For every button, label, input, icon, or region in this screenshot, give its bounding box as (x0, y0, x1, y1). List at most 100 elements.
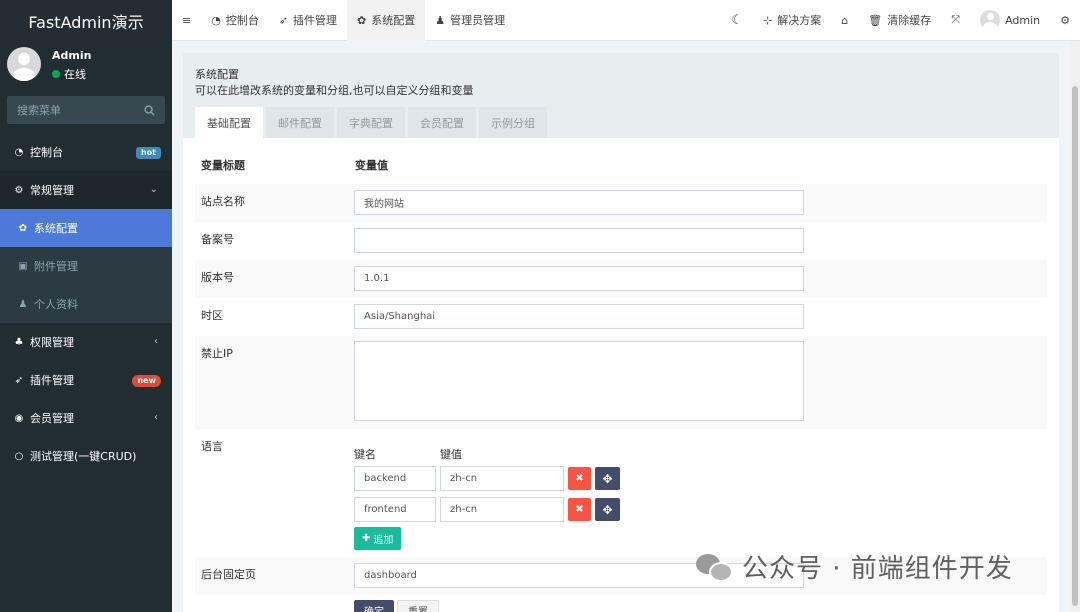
page-title: 系统配置 (195, 68, 239, 81)
table-row: 站点名称 我的网站 (195, 184, 1047, 222)
row-label: 后台固定页 (201, 568, 256, 581)
sidebar-item-profile[interactable]: ♟ 个人资料 (0, 285, 172, 323)
site-name-input[interactable]: 我的网站 (354, 190, 804, 215)
page-description: 可以在此增改系统的变量和分组,也可以自定义分组和变量 (195, 84, 474, 97)
user-circle-icon: ◉ (14, 412, 24, 424)
sidebar-item-label: 插件管理 (30, 374, 74, 387)
sidebar-item-auth[interactable]: ♣ 权限管理 ‹ (0, 323, 172, 361)
brand-logo[interactable]: FastAdmin演示 (0, 0, 172, 41)
language-key-input[interactable]: frontend (354, 497, 436, 522)
home-icon: ⌂ (841, 13, 849, 27)
row-label: 站点名称 (201, 195, 245, 208)
chevron-left-icon: ‹ (154, 336, 158, 347)
sidebar-item-member[interactable]: ◉ 会员管理 ‹ (0, 399, 172, 437)
language-key-input[interactable]: backend (354, 466, 436, 491)
sidebar-menu: ◔ 控制台 hot ⚙ 常规管理 ⌄ ✿ 系统配置 ▣ 附件管理 ♟ 个人资料 … (0, 133, 172, 475)
close-icon: ✖ (575, 473, 584, 484)
drag-handle-button[interactable]: ✥ (595, 498, 620, 521)
table-row: 版本号 1.0.1 (195, 260, 1047, 298)
user-menu[interactable]: Admin (970, 0, 1050, 41)
config-tabs: 基础配置 邮件配置 字典配置 会员配置 示例分组 (195, 107, 547, 138)
tab-user[interactable]: 会员配置 (408, 107, 476, 138)
sidebar-item-test[interactable]: ○ 测试管理(一键CRUD) (0, 437, 172, 475)
sidebar-item-general[interactable]: ⚙ 常规管理 ⌄ (0, 171, 172, 209)
sidebar-item-label: 控制台 (30, 146, 63, 159)
language-value-input[interactable]: zh-cn (440, 466, 564, 491)
search-input[interactable] (17, 103, 137, 117)
forbidden-ip-textarea[interactable] (354, 341, 804, 421)
scrollbar[interactable] (1070, 41, 1080, 612)
wechat-icon (696, 550, 734, 584)
dark-mode-button[interactable]: ☾ (721, 0, 753, 41)
user-name: Admin (52, 49, 92, 62)
home-button[interactable]: ⌂ (831, 0, 858, 41)
tab-label: 控制台 (225, 14, 259, 27)
hot-badge: hot (135, 147, 161, 159)
moon-icon: ☾ (731, 12, 744, 28)
sidebar-item-label: 会员管理 (30, 412, 74, 425)
beian-input[interactable] (354, 228, 804, 253)
watermark-text: 公众号 · 前端组件开发 (742, 554, 1013, 584)
sidebar-item-attachment[interactable]: ▣ 附件管理 (0, 247, 172, 285)
solutions-button[interactable]: ⊹ 解决方案 (753, 0, 831, 41)
tab-config[interactable]: ✿ 系统配置 (347, 0, 426, 41)
watermark: 公众号 · 前端组件开发 (696, 548, 1013, 585)
rocket-icon: ➶ (14, 374, 24, 386)
top-user-name: Admin (1005, 13, 1041, 27)
chevron-down-icon: ⌄ (149, 184, 158, 195)
chevron-left-icon: ‹ (154, 412, 158, 423)
sidebar-item-label: 系统配置 (34, 222, 78, 235)
sidebar-search (7, 96, 165, 124)
solutions-label: 解决方案 (777, 14, 822, 27)
append-button[interactable]: ✚ 追加 (354, 527, 402, 550)
scrollbar-thumb[interactable] (1072, 86, 1078, 606)
dashboard-icon: ◔ (14, 146, 24, 158)
reset-button[interactable]: 重置 (397, 600, 439, 612)
tab-dashboard[interactable]: ◔ 控制台 (201, 0, 269, 41)
sidebar-item-label: 常规管理 (30, 184, 74, 197)
sidebar-item-dashboard[interactable]: ◔ 控制台 hot (0, 133, 172, 171)
avatar (980, 10, 1001, 30)
remove-button[interactable]: ✖ (568, 467, 591, 490)
main-content: 系统配置 可以在此增改系统的变量和分组,也可以自定义分组和变量 基础配置 邮件配… (172, 41, 1080, 612)
timezone-input[interactable]: Asia/Shanghai (354, 304, 804, 329)
clear-cache-button[interactable]: 🗑 清除缓存 (858, 0, 941, 41)
remove-button[interactable]: ✖ (568, 498, 591, 521)
circle-icon: ○ (14, 450, 24, 462)
tab-example[interactable]: 示例分组 (479, 107, 547, 138)
gear-icon: ✿ (357, 13, 367, 27)
tab-label: 系统配置 (371, 14, 416, 27)
drag-handle-button[interactable]: ✥ (595, 467, 620, 490)
table-row: 禁止IP (195, 336, 1047, 429)
dashboard-icon: ◔ (211, 13, 221, 27)
submit-button[interactable]: 确定 (354, 600, 394, 612)
sidebar-item-label: 测试管理(一键CRUD) (30, 450, 137, 463)
online-dot-icon (52, 70, 60, 78)
settings-button[interactable]: ⚙ (1050, 0, 1080, 41)
sidebar-item-config[interactable]: ✿ 系统配置 (0, 209, 172, 247)
tab-basic[interactable]: 基础配置 (195, 107, 263, 138)
append-label: 追加 (373, 535, 394, 546)
tab-admin[interactable]: ♟ 管理员管理 (425, 0, 515, 41)
column-header-name: 变量标题 (201, 159, 245, 172)
cogs-icon: ⚙ (14, 184, 24, 196)
avatar (7, 47, 41, 81)
fullscreen-button[interactable]: ⤧ (941, 0, 970, 41)
tab-dictionary[interactable]: 字典配置 (337, 107, 405, 138)
table-row: 备案号 (195, 222, 1047, 260)
sidebar-item-label: 附件管理 (34, 260, 78, 273)
tab-email[interactable]: 邮件配置 (266, 107, 334, 138)
tab-addon[interactable]: ➶ 插件管理 (269, 0, 347, 41)
table-header: 变量标题 变量值 (195, 148, 1047, 184)
search-icon[interactable] (144, 104, 155, 116)
language-value-input[interactable]: zh-cn (440, 497, 564, 522)
sidebar-item-addon[interactable]: ➶ 插件管理 new (0, 361, 172, 399)
user-icon: ♟ (18, 298, 28, 310)
gear-icon: ✿ (18, 222, 28, 234)
tab-label: 管理员管理 (450, 14, 506, 27)
sidebar-toggle-button[interactable]: ≡ (172, 0, 201, 41)
user-status: 在线 (52, 66, 86, 82)
row-label: 时区 (201, 309, 223, 322)
version-input[interactable]: 1.0.1 (354, 266, 804, 291)
clear-cache-label: 清除缓存 (887, 14, 932, 27)
